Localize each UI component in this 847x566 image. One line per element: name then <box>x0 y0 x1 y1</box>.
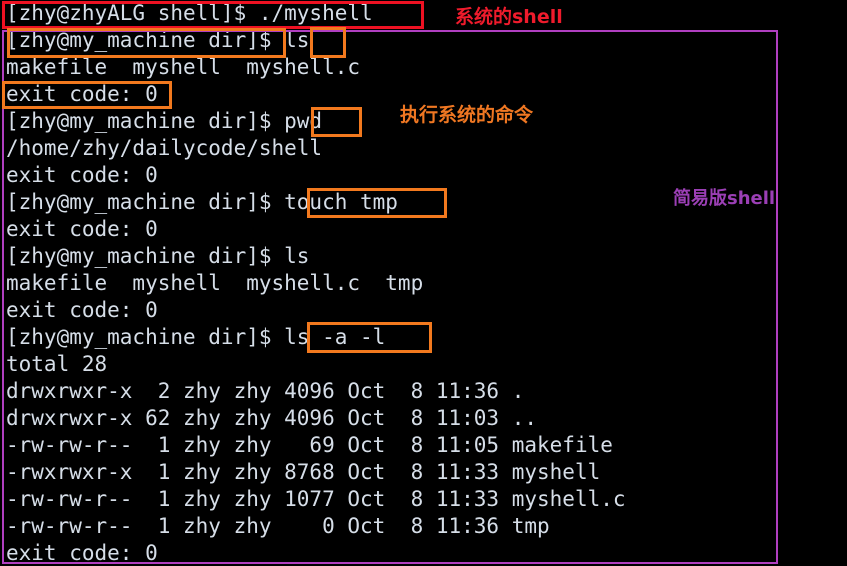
terminal-window: [zhy@zhyALG shell]$ ./myshell [zhy@my_mac… <box>0 0 847 566</box>
terminal-line: [zhy@my_machine dir]$ ls <box>6 244 310 268</box>
terminal-line: /home/zhy/dailycode/shell <box>6 136 323 160</box>
terminal-line: -rw-rw-r-- 1 zhy zhy 0 Oct 8 11:36 tmp <box>6 514 550 538</box>
terminal-line: exit code: 0 <box>6 298 158 322</box>
annotation-label: 系统的shell <box>455 6 563 28</box>
terminal-line: -rwxrwxr-x 1 zhy zhy 8768 Oct 8 11:33 my… <box>6 460 601 484</box>
terminal-line: [zhy@my_machine dir]$ touch tmp <box>6 190 398 214</box>
terminal-line: [zhy@my_machine dir]$ ls -a -l <box>6 325 386 349</box>
terminal-line: exit code: 0 <box>6 163 158 187</box>
terminal-line: total 28 <box>6 352 108 376</box>
terminal-line: -rw-rw-r-- 1 zhy zhy 69 Oct 8 11:05 make… <box>6 433 613 457</box>
terminal-line: exit code: 0 <box>6 82 158 106</box>
terminal-line: makefile myshell myshell.c <box>6 55 361 79</box>
terminal-line: [zhy@my_machine dir]$ ls <box>6 28 310 52</box>
annotation-label: 简易版shell <box>673 188 776 209</box>
terminal-line: [zhy@zhyALG shell]$ ./myshell <box>6 1 373 25</box>
terminal-line: drwxrwxr-x 2 zhy zhy 4096 Oct 8 11:36 . <box>6 379 525 403</box>
annotation-label: 执行系统的命令 <box>400 104 534 126</box>
terminal-line: -rw-rw-r-- 1 zhy zhy 1077 Oct 8 11:33 my… <box>6 487 626 511</box>
terminal-line: [zhy@my_machine dir]$ pwd <box>6 109 323 133</box>
terminal-line: exit code: 0 <box>6 217 158 241</box>
terminal-line: makefile myshell myshell.c tmp <box>6 271 424 295</box>
terminal-line: drwxrwxr-x 62 zhy zhy 4096 Oct 8 11:03 .… <box>6 406 538 430</box>
terminal-line: exit code: 0 <box>6 541 158 565</box>
